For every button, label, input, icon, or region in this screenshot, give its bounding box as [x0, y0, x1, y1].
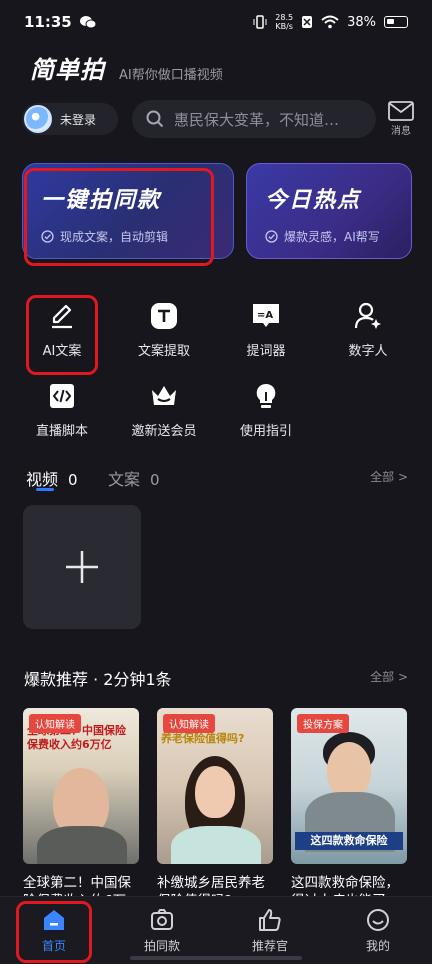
tool-label: 文案提取: [137, 344, 190, 359]
brand-header: 简单拍 AI帮你做口播视频: [30, 50, 223, 85]
message-label: 消息: [391, 126, 411, 137]
video-thumbnail: 养老保险值得吗? 认知解读: [157, 708, 273, 864]
tool-label: 使用指引: [239, 424, 292, 439]
category-badge: 认知解读: [29, 714, 81, 733]
status-bar: 11:35 28.5 KB/s 38%: [0, 0, 432, 44]
tool-teleprompter[interactable]: =A 提词器: [224, 300, 308, 359]
bottom-navigation: 首页 拍同款 推荐官 我的: [0, 896, 432, 964]
person-image: [327, 742, 371, 798]
svg-text:=A: =A: [257, 310, 273, 321]
tool-user-guide[interactable]: 使用指引: [224, 380, 308, 439]
nav-shoot-same[interactable]: 拍同款: [117, 907, 207, 954]
login-button[interactable]: 未登录: [22, 103, 118, 135]
tool-invite-member[interactable]: 邀新送会员: [122, 380, 206, 439]
person-image: [195, 766, 235, 818]
wifi-icon: [321, 15, 339, 29]
nav-recommender[interactable]: 推荐官: [225, 907, 315, 954]
tab-count: 0: [68, 471, 78, 489]
recommend-card[interactable]: 这四款救命保险 投保方案 这四款救命保险，得过大病也能买: [291, 708, 407, 896]
recommend-title: 爆款推荐 · 2分钟1条: [24, 670, 172, 689]
text-extract-icon: [148, 300, 180, 332]
recommend-see-all-link[interactable]: 全部 >: [370, 668, 408, 685]
vibrate-icon: [253, 15, 267, 29]
tool-live-script[interactable]: 直播脚本: [20, 380, 104, 439]
nav-label: 我的: [365, 939, 390, 953]
nav-mine[interactable]: 我的: [333, 907, 423, 954]
home-indicator: [130, 956, 302, 960]
add-video-button[interactable]: [23, 505, 141, 629]
tool-label: 数字人: [348, 344, 388, 359]
tab-active-indicator: [36, 488, 54, 491]
battery-percent: 38%: [347, 14, 376, 30]
hero-title: 今日热点: [265, 188, 362, 213]
thumbnail-overlay: 养老保险值得吗?: [161, 732, 245, 745]
card-title: 全球第二！中国保险保费收入约6万亿: [23, 875, 131, 896]
tab-video[interactable]: 视频 0: [26, 466, 78, 490]
thumbnail-overlay: 这四款救命保险: [295, 832, 403, 850]
teleprompter-icon: =A: [250, 300, 282, 332]
plus-icon: [66, 551, 98, 583]
video-thumbnail: 全球第二！中国保险保费收入约6万亿 认知解读: [23, 708, 139, 864]
tab-label: 视频: [26, 470, 59, 489]
nav-label: 推荐官: [251, 939, 288, 953]
tab-label: 文案: [108, 470, 141, 489]
tool-text-extract[interactable]: 文案提取: [122, 300, 206, 359]
avatar: [24, 105, 52, 133]
mail-icon: [388, 101, 414, 121]
highlight-box: [26, 295, 98, 375]
video-thumbnail: 这四款救命保险 投保方案: [291, 708, 407, 864]
status-time: 11:35: [24, 13, 72, 31]
today-hot-card[interactable]: 今日热点 爆款灵感，AI帮写: [246, 163, 412, 259]
camera-icon: [151, 909, 173, 930]
tool-digital-human[interactable]: 数字人: [326, 300, 410, 359]
crown-icon: [148, 380, 180, 412]
battery-icon: [384, 16, 408, 28]
person-body: [37, 826, 127, 864]
recommend-card[interactable]: 全球第二！中国保险保费收入约6万亿 认知解读 全球第二！中国保险保费收入约6万亿: [23, 708, 139, 896]
lightbulb-icon: [250, 380, 282, 412]
app-slogan: AI帮你做口播视频: [119, 68, 223, 83]
message-button[interactable]: 消息: [388, 101, 414, 137]
person-body: [171, 826, 261, 864]
tab-copywriting[interactable]: 文案 0: [108, 466, 160, 490]
category-badge: 投保方案: [297, 714, 349, 733]
search-icon: [146, 110, 164, 128]
highlight-box: [24, 168, 214, 266]
app-logo: 简单拍: [30, 56, 105, 84]
tab-count: 0: [150, 471, 160, 489]
see-all-link[interactable]: 全部 >: [370, 468, 408, 485]
code-script-icon: [46, 380, 78, 412]
search-input[interactable]: 惠民保大变革，不知道…: [132, 100, 376, 138]
sim-off-icon: [302, 16, 313, 28]
category-badge: 认知解读: [163, 714, 215, 733]
tool-label: 直播脚本: [35, 424, 88, 439]
smile-icon: [367, 909, 389, 931]
check-circle-icon: [265, 230, 278, 243]
login-label: 未登录: [60, 112, 97, 127]
content-tabs: 视频 0 文案 0 全部 >: [26, 466, 412, 494]
thumbs-up-icon: [259, 909, 281, 931]
recommend-card[interactable]: 养老保险值得吗? 认知解读 补缴城乡居民养老保险值得吗?: [157, 708, 273, 896]
net-speed: 28.5 KB/s: [275, 13, 294, 31]
hero-subtitle: 爆款灵感，AI帮写: [284, 230, 380, 244]
digital-human-icon: [352, 300, 384, 332]
tool-label: 提词器: [246, 344, 286, 359]
wechat-icon: [79, 16, 96, 29]
card-title: 补缴城乡居民养老保险值得吗?: [157, 875, 265, 896]
highlight-box: [16, 901, 92, 963]
nav-label: 拍同款: [143, 939, 180, 953]
card-title: 这四款救命保险，得过大病也能买: [291, 875, 399, 896]
search-placeholder: 惠民保大变革，不知道…: [174, 110, 340, 129]
top-bar: 未登录 惠民保大变革，不知道… 消息: [22, 100, 414, 138]
tool-label: 邀新送会员: [131, 424, 197, 439]
